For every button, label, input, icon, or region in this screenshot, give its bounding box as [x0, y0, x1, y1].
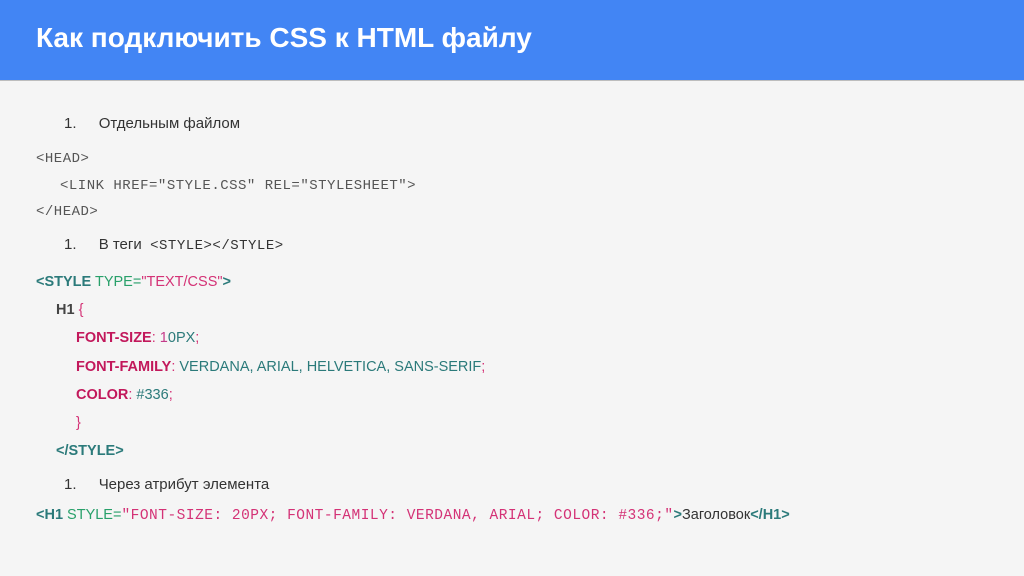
prop-name: FONT-SIZE [36, 324, 152, 352]
list-label: Через атрибут элемента [99, 476, 270, 493]
code-head-block: <HEAD> <LINK HREF="STYLE.CSS" REL="STYLE… [36, 146, 988, 226]
list-number: 1. [64, 476, 77, 493]
colon: : [171, 359, 175, 375]
brace-close: } [36, 409, 81, 437]
brace-open: { [79, 302, 84, 318]
h1-text: Заголовок [682, 507, 750, 523]
list-number: 1. [64, 115, 77, 132]
tag-close: </STYLE> [36, 437, 124, 465]
tag-gt: > [223, 274, 231, 290]
prop-num: 1 [160, 330, 168, 346]
inline-code: <STYLE></STYLE> [150, 238, 284, 254]
prop-val: VERDANA, ARIAL, HELVETICA, SANS-SERIF [179, 359, 481, 375]
slide-header: Как подключить CSS к HTML файлу [0, 0, 1024, 81]
list-item-3: 1. Через атрибут элемента [64, 476, 988, 493]
colon: : [128, 387, 132, 403]
code-line: FONT-SIZE: 10PX; [36, 324, 988, 352]
colon: : [152, 330, 156, 346]
list-item-1: 1. Отдельным файлом [64, 115, 988, 132]
semicolon: ; [481, 359, 485, 375]
tag-open: <STYLE [36, 274, 91, 290]
semicolon: ; [195, 330, 199, 346]
selector: H1 [36, 302, 75, 318]
prop-val: 0PX [168, 330, 195, 346]
code-line: } [36, 409, 988, 437]
code-line: FONT-FAMILY: VERDANA, ARIAL, HELVETICA, … [36, 353, 988, 381]
slide-title: Как подключить CSS к HTML файлу [36, 22, 532, 53]
prop-val: #336 [136, 387, 168, 403]
attr-name: TYPE [95, 274, 133, 290]
attr-val: "FONT-SIZE: 20PX; FONT-FAMILY: VERDANA, … [121, 508, 673, 524]
attr-val: "TEXT/CSS" [141, 274, 222, 290]
attr-name: STYLE [67, 507, 113, 523]
code-line: </STYLE> [36, 437, 988, 465]
list-item-2: 1. В теги <STYLE></STYLE> [64, 236, 988, 254]
code-line: <LINK HREF="STYLE.CSS" REL="STYLESHEET"> [36, 173, 416, 200]
code-line: </HEAD> [36, 199, 988, 226]
prop-name: COLOR [36, 381, 128, 409]
code-line: COLOR: #336; [36, 381, 988, 409]
tag-close: </H1> [750, 507, 790, 523]
code-line: <STYLE TYPE="TEXT/CSS"> [36, 268, 988, 296]
code-line: H1 { [36, 296, 988, 324]
list-label: Отдельным файлом [99, 115, 240, 132]
tag-open: <H1 [36, 507, 63, 523]
semicolon: ; [169, 387, 173, 403]
list-number: 1. [64, 236, 77, 253]
code-inline-h1: <H1 STYLE="FONT-SIZE: 20PX; FONT-FAMILY:… [36, 507, 988, 524]
prop-name: FONT-FAMILY [36, 353, 171, 381]
list-label: В теги [99, 236, 142, 253]
code-line: <HEAD> [36, 146, 988, 173]
code-style-block: <STYLE TYPE="TEXT/CSS"> H1 { FONT-SIZE: … [36, 268, 988, 466]
slide-content: 1. Отдельным файлом <HEAD> <LINK HREF="S… [0, 81, 1024, 524]
tag-gt: > [674, 507, 682, 523]
